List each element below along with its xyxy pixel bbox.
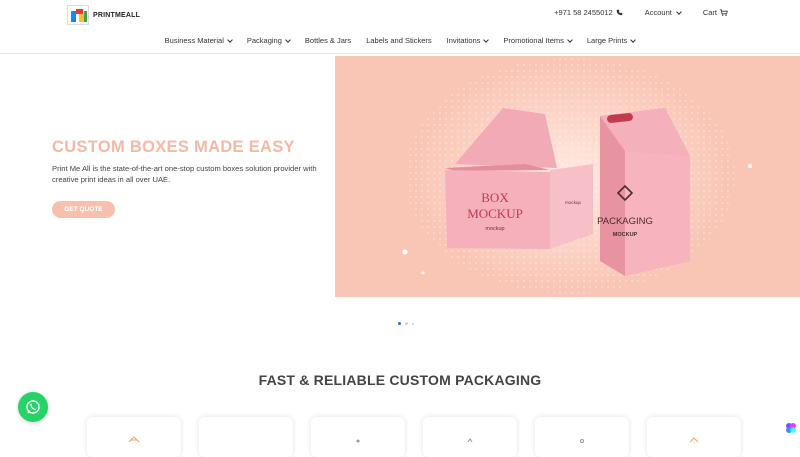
chevron-down-icon (227, 36, 233, 43)
nav-item-business-material[interactable]: Business Material (164, 36, 233, 45)
cart-icon (720, 9, 728, 16)
logo-mark-icon (67, 5, 89, 25)
section-title: FAST & RELIABLE CUSTOM PACKAGING (258, 372, 542, 388)
feature-card[interactable] (423, 417, 517, 457)
nav-item-packaging[interactable]: Packaging (246, 36, 291, 45)
chevron-down-icon (675, 8, 682, 15)
nav-label: Packaging (246, 36, 282, 45)
box-text-box: BOX (481, 190, 509, 205)
feature-card[interactable] (87, 417, 181, 457)
nav-label: Large Prints (586, 36, 628, 45)
hero-content: CUSTOM BOXES MADE EASY Print Me All is t… (52, 138, 322, 185)
box-side-text: mockup (565, 200, 581, 205)
nav-label: Business Material (164, 36, 224, 45)
whatsapp-icon (26, 400, 40, 414)
get-quote-button[interactable]: GET QUOTE (52, 201, 115, 218)
feature-icon (580, 439, 584, 443)
nav-item-promotional-items[interactable]: Promotional Items (503, 36, 573, 45)
box-text-mockup: MOCKUP (467, 206, 523, 221)
feature-card[interactable] (311, 417, 405, 457)
carousel-dot[interactable] (398, 322, 401, 325)
box-icon (128, 436, 140, 443)
phone-link[interactable]: +971 58 2455012 (554, 8, 623, 17)
nav-item-large-prints[interactable]: Large Prints (586, 36, 637, 45)
feature-card[interactable] (535, 417, 629, 457)
cart-label: Cart (702, 8, 717, 17)
account-menu[interactable]: Account (644, 8, 682, 17)
box-brand-text: mockup (485, 226, 504, 232)
hero-description: Print Me All is the state-of-the-art one… (52, 164, 317, 184)
nav-label: Promotional Items (503, 36, 564, 45)
chevron-down-icon (567, 36, 573, 43)
feature-card[interactable] (199, 417, 293, 457)
feature-icon (467, 438, 473, 443)
carousel-dot[interactable] (412, 322, 414, 325)
account-label: Account (644, 8, 672, 17)
chevron-down-icon (285, 36, 291, 43)
hero-image: PACKAGING MOCKUP BOX MOCKUP mockup mocku… (335, 56, 800, 297)
packaging-mockup-illustration: PACKAGING MOCKUP BOX MOCKUP mockup mocku… (402, 58, 752, 294)
nav-label: Labels and Stickers (366, 36, 432, 45)
nav-item-bottles-jars[interactable]: Bottles & Jars (305, 36, 351, 45)
whatsapp-button[interactable] (18, 392, 48, 422)
phone-icon (616, 9, 623, 16)
chevron-down-icon (630, 36, 637, 43)
feature-cards (87, 417, 741, 457)
feature-card[interactable] (647, 417, 741, 457)
phone-number: +971 58 2455012 (554, 8, 613, 17)
logo[interactable]: PRINTMEALL (67, 5, 140, 25)
nav-label: Invitations (446, 36, 481, 45)
feature-icon (356, 439, 360, 443)
bag-text-packaging: PACKAGING (597, 216, 653, 227)
carousel-indicators (398, 322, 414, 325)
feature-icon (689, 437, 699, 443)
chevron-down-icon (483, 36, 490, 43)
top-bar: PRINTMEALL +971 58 2455012 Account Cart (0, 0, 800, 28)
chat-widget-icon[interactable] (785, 422, 797, 434)
brand-name: PRINTMEALL (93, 11, 141, 19)
cart-link[interactable]: Cart (703, 8, 728, 17)
hero-title: CUSTOM BOXES MADE EASY (52, 138, 295, 156)
bag-text-mockup: MOCKUP (613, 232, 638, 238)
nav-label: Bottles & Jars (304, 36, 352, 45)
nav-item-invitations[interactable]: Invitations (446, 36, 490, 45)
main-nav: Business Material Packaging Bottles & Ja… (0, 28, 800, 54)
carousel-dot[interactable] (405, 322, 408, 325)
nav-item-labels-stickers[interactable]: Labels and Stickers (366, 36, 431, 45)
